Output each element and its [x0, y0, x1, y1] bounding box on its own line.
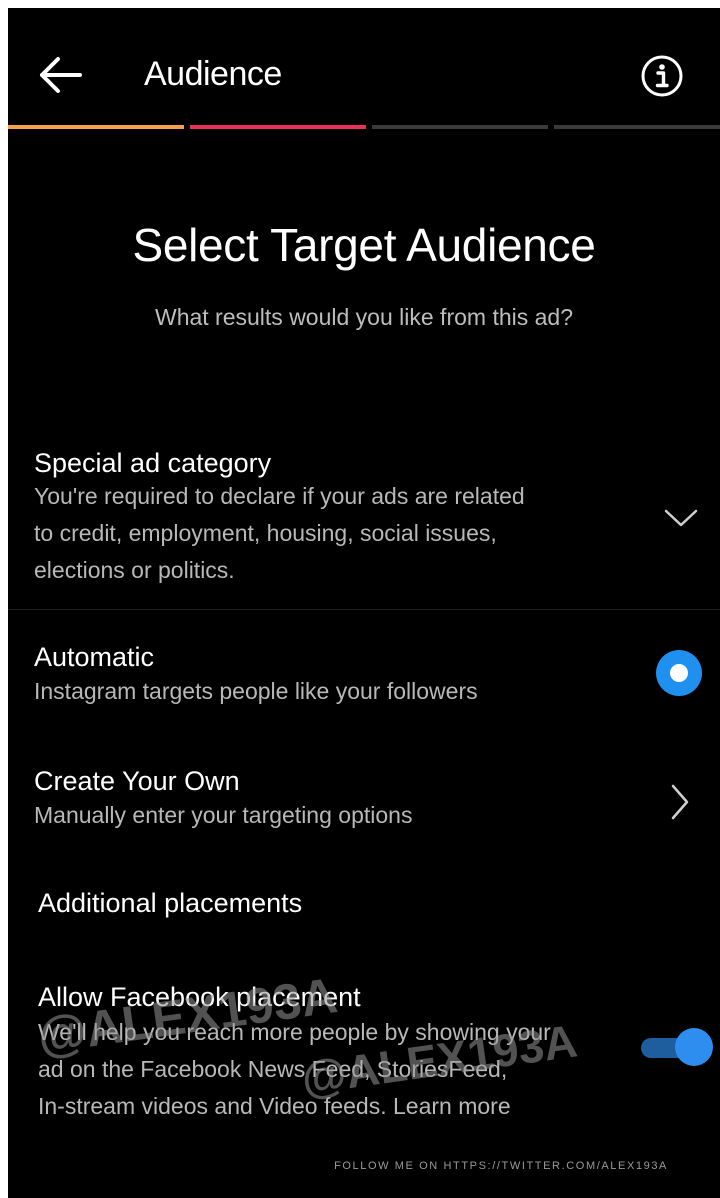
ad-audience-screen: Audience Select Target Audience What res…: [8, 8, 720, 1198]
watermark-footer: FOLLOW ME ON HTTPS://TWITTER.COM/ALEX193…: [334, 1160, 668, 1172]
option-create-your-own[interactable]: Create Your Own Manually enter your targ…: [8, 762, 720, 842]
option-automatic[interactable]: Automatic Instagram targets people like …: [8, 638, 720, 718]
toggle-knob: [675, 1028, 713, 1066]
automatic-radio-button[interactable]: [656, 650, 702, 696]
special-ad-category-row[interactable]: Special ad category You're required to d…: [8, 440, 720, 608]
progress-segment: [372, 125, 548, 129]
back-button[interactable]: [36, 52, 84, 98]
option-title: Create Your Own: [34, 766, 240, 796]
section-subheading: What results would you like from this ad…: [154, 304, 573, 330]
option-description: Manually enter your targeting options: [34, 802, 413, 828]
radio-selected-dot: [670, 664, 688, 682]
step-progress: [8, 125, 720, 129]
info-circle-icon: [641, 55, 683, 97]
facebook-placement-description-line: In-stream videos and Video feeds.: [38, 1093, 387, 1119]
learn-more-link[interactable]: Learn more: [393, 1093, 511, 1119]
arrow-left-icon: [40, 57, 82, 93]
facebook-placement-description-line: We'll help you reach more people by show…: [38, 1019, 551, 1045]
special-ad-category-description-line: You're required to declare if your ads a…: [34, 483, 525, 509]
info-button[interactable]: [640, 54, 684, 98]
progress-segment: [554, 125, 720, 129]
special-ad-category-description-line: elections or politics.: [34, 557, 235, 583]
option-description: Instagram targets people like your follo…: [34, 678, 478, 704]
option-title: Automatic: [34, 642, 155, 672]
section-heading: Select Target Audience: [132, 219, 596, 271]
page-title: Audience: [144, 55, 282, 93]
progress-segment: [8, 125, 184, 129]
special-ad-category-description-line: to credit, employment, housing, social i…: [34, 520, 497, 546]
top-bar: Audience: [8, 8, 720, 126]
facebook-placement-row: Allow Facebook placement We'll help you …: [8, 978, 720, 1128]
facebook-placement-description-line: ad on the Facebook News Feed, StoriesFee…: [38, 1056, 508, 1082]
divider: [8, 609, 720, 610]
facebook-placement-description-last-line: In-stream videos and Video feeds. Learn …: [38, 1088, 511, 1125]
special-ad-category-title: Special ad category: [34, 448, 272, 478]
facebook-placement-title: Allow Facebook placement: [38, 982, 361, 1012]
chevron-right-icon[interactable]: [670, 784, 690, 820]
facebook-placement-toggle[interactable]: [641, 1028, 713, 1068]
additional-placements-heading: Additional placements: [38, 888, 303, 918]
progress-segment: [190, 125, 366, 129]
chevron-down-icon[interactable]: [664, 508, 698, 528]
